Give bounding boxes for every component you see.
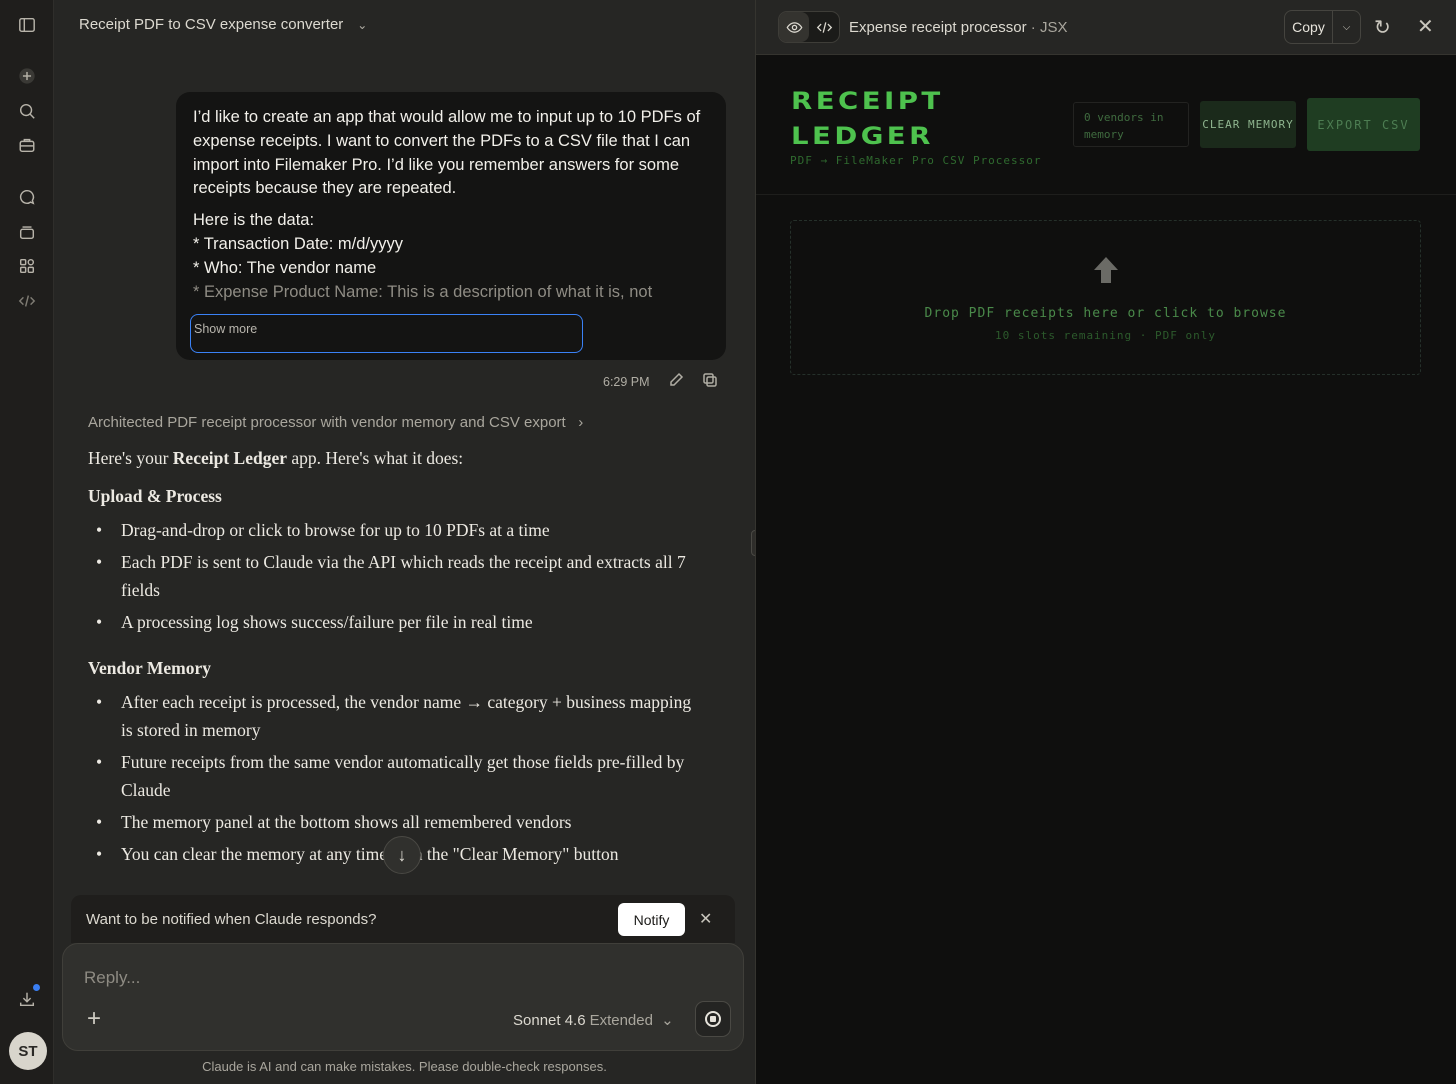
pdf-dropzone[interactable]: Drop PDF receipts here or click to brows… [790, 220, 1421, 375]
thinking-summary[interactable]: Architected PDF receipt processor with v… [88, 414, 583, 431]
apps-grid-icon[interactable] [13, 252, 41, 280]
copy-icon[interactable] [702, 372, 718, 391]
list-item: A processing log shows success/failure p… [88, 608, 698, 636]
code-tab[interactable] [809, 12, 839, 42]
bullet-list: Drag-and-drop or click to browse for up … [88, 516, 698, 636]
chevron-right-icon: › [569, 414, 584, 431]
chevron-down-icon: ⌄ [656, 1012, 674, 1029]
message-meta: 6:29 PM [603, 372, 718, 391]
show-more-button[interactable]: Show more [190, 314, 583, 353]
ledger-header: RECEIPT LEDGER PDF → FileMaker Pro CSV P… [756, 56, 1456, 195]
reply-composer[interactable]: Reply... + Sonnet 4.6 Extended ⌄ [62, 943, 744, 1051]
list-item: The memory panel at the bottom shows all… [88, 808, 698, 836]
left-rail: ST [0, 0, 54, 1084]
model-name: Sonnet 4.6 [513, 1012, 586, 1029]
artifact-type: JSX [1039, 19, 1068, 36]
chevron-down-icon: ⌄ [357, 17, 368, 32]
list-item: Future receipts from the same vendor aut… [88, 748, 698, 804]
user-message-line: * Expense Product Name: This is a descri… [193, 282, 653, 301]
chat-panel: Receipt PDF to CSV expense converter ⌄ I… [54, 0, 755, 1084]
lead-text: app. Here's what it does: [287, 448, 464, 468]
preview-tab[interactable] [779, 12, 809, 42]
search-icon[interactable] [13, 97, 41, 125]
arrow-down-icon: ↓ [397, 844, 407, 865]
view-toggle[interactable] [778, 11, 840, 43]
notify-button[interactable]: Notify [618, 903, 685, 936]
artifact-title: Expense receipt processor · JSX [849, 19, 1068, 36]
dropzone-text: Drop PDF receipts here or click to brows… [924, 306, 1287, 321]
assistant-response: Here's your Receipt Ledger app. Here's w… [88, 444, 698, 872]
artifact-header: Expense receipt processor · JSX Copy ⌵ ↻… [756, 0, 1456, 55]
artifacts-stack-icon[interactable] [13, 218, 41, 246]
stop-button[interactable] [695, 1001, 731, 1037]
chat-title-dropdown[interactable]: Receipt PDF to CSV expense converter ⌄ [79, 16, 367, 33]
user-message-line: Here is the data: [193, 211, 315, 230]
refresh-icon[interactable]: ↻ [1374, 15, 1391, 40]
artifact-title-text: Expense receipt processor [849, 19, 1027, 36]
lead-bold: Receipt Ledger [172, 448, 287, 468]
model-mode: Extended [589, 1012, 653, 1029]
chevron-down-icon[interactable]: ⌵ [1333, 11, 1360, 43]
copy-button-group: Copy ⌵ [1284, 10, 1361, 44]
artifact-panel: Expense receipt processor · JSX Copy ⌵ ↻… [755, 0, 1456, 1084]
app-brand: RECEIPT LEDGER [791, 84, 944, 154]
code-icon[interactable] [13, 287, 41, 315]
edit-icon[interactable] [668, 372, 684, 391]
user-message: I’d like to create an app that would all… [176, 92, 726, 360]
app-subtitle: PDF → FileMaker Pro CSV Processor [790, 154, 1042, 167]
close-icon[interactable]: ✕ [1417, 14, 1434, 39]
copy-button[interactable]: Copy [1285, 11, 1333, 43]
notify-text: Want to be notified when Claude responds… [86, 910, 377, 928]
new-chat-icon[interactable] [13, 62, 41, 90]
close-icon[interactable]: ✕ [699, 909, 712, 929]
lead-text: Here's your [88, 448, 173, 468]
user-message-line: * Transaction Date: m/d/yyyy [193, 234, 403, 253]
user-message-line: * Who: The vendor name [193, 258, 377, 277]
clear-memory-button[interactable]: CLEAR MEMORY [1200, 101, 1296, 148]
brand-line: RECEIPT [791, 87, 944, 115]
disclaimer: Claude is AI and can make mistakes. Plea… [202, 1059, 607, 1074]
section-heading: Upload & Process [88, 486, 222, 506]
chat-title: Receipt PDF to CSV expense converter [79, 16, 344, 33]
scroll-down-button[interactable]: ↓ [383, 836, 421, 874]
notification-dot [33, 984, 40, 991]
dropzone-subtext: 10 slots remaining · PDF only [994, 329, 1217, 342]
eye-icon [786, 21, 802, 33]
list-item: Drag-and-drop or click to browse for up … [88, 516, 698, 544]
model-selector[interactable]: Sonnet 4.6 Extended ⌄ [513, 1011, 674, 1029]
response-lead: Here's your Receipt Ledger app. Here's w… [88, 444, 698, 472]
add-attachment-icon[interactable]: + [87, 1007, 101, 1031]
projects-icon[interactable] [13, 131, 41, 159]
avatar[interactable]: ST [9, 1032, 47, 1070]
sidebar-toggle-icon[interactable] [13, 11, 41, 39]
notify-banner: Want to be notified when Claude responds… [71, 895, 735, 943]
vendor-count-badge: 0 vendors in memory [1073, 102, 1189, 147]
brand-line: LEDGER [791, 122, 934, 150]
section-heading: Vendor Memory [88, 658, 211, 678]
export-csv-button[interactable]: EXPORT CSV [1307, 98, 1420, 151]
list-item: Each PDF is sent to Claude via the API w… [88, 548, 698, 604]
user-message-text: I’d like to create an app that would all… [193, 108, 701, 198]
stop-icon [705, 1011, 721, 1027]
list-item: After each receipt is processed, the ven… [88, 688, 698, 744]
chats-icon[interactable] [13, 183, 41, 211]
upload-arrow-icon [1094, 257, 1118, 283]
message-time: 6:29 PM [603, 374, 650, 389]
thinking-summary-text: Architected PDF receipt processor with v… [88, 414, 566, 431]
code-icon [816, 21, 832, 33]
reply-input[interactable]: Reply... [84, 968, 140, 988]
